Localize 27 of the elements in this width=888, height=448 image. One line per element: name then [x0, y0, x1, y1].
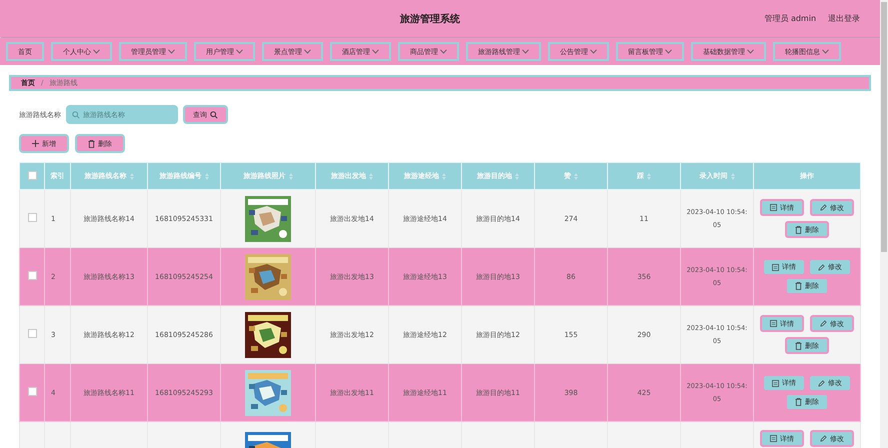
pencil-icon [820, 204, 827, 211]
document-icon [770, 204, 777, 211]
document-icon [770, 320, 777, 327]
site-title: 旅游管理系统 [398, 12, 461, 26]
document-icon [772, 264, 779, 270]
pencil-icon [820, 320, 827, 327]
plus-icon [32, 140, 39, 147]
user-label: 管理员 admin [764, 13, 816, 24]
row-checkbox[interactable] [28, 329, 36, 338]
document-icon [772, 380, 779, 386]
trash-icon [795, 398, 802, 406]
pencil-icon [818, 264, 825, 270]
select-all-checkbox[interactable] [28, 170, 36, 180]
trash-icon [88, 140, 95, 148]
trash-icon [795, 226, 802, 234]
search-icon [210, 110, 218, 118]
row-checkbox[interactable] [28, 213, 36, 222]
trash-icon [795, 282, 802, 290]
scrollbar[interactable] [880, 0, 888, 448]
document-icon [770, 435, 777, 442]
pencil-icon [820, 435, 827, 442]
row-checkbox[interactable] [28, 271, 36, 280]
pencil-icon [818, 380, 825, 386]
logout-link[interactable]: 退出登录 [828, 13, 860, 24]
row-checkbox[interactable] [28, 387, 36, 396]
search-icon [72, 111, 80, 119]
trash-icon [795, 342, 802, 350]
